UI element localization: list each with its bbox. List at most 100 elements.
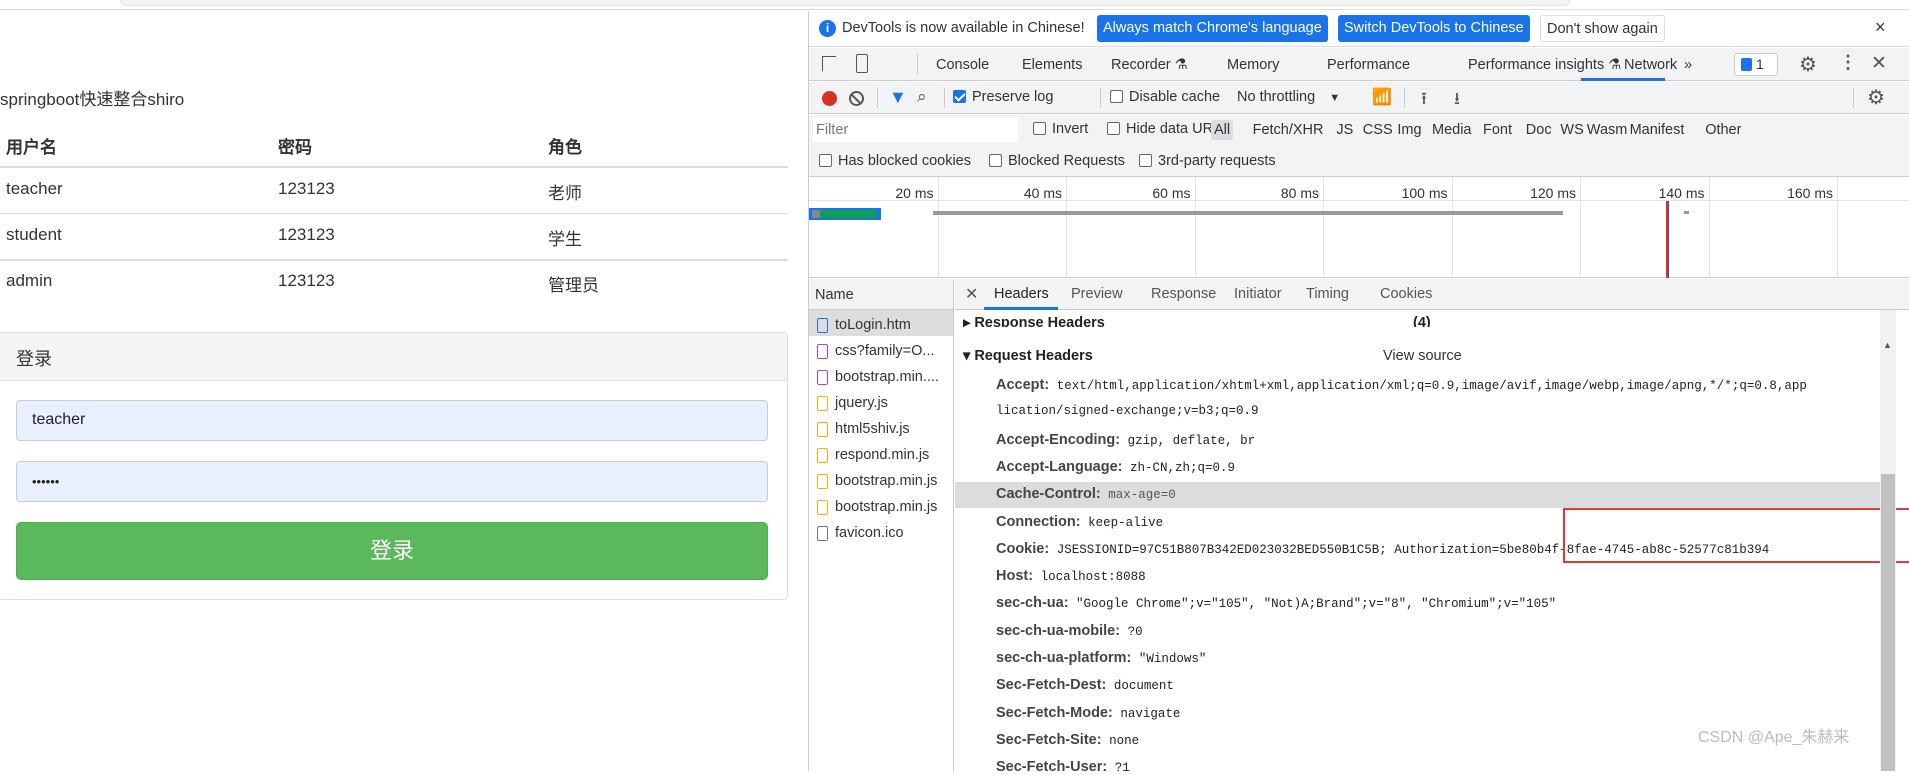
timeline-gridline [1580,177,1581,278]
filter-type-media[interactable]: Media [1429,120,1475,140]
search-icon[interactable]: ⌕ [917,87,927,107]
detail-tab-headers[interactable]: Headers [994,286,1049,302]
scroll-up-icon[interactable]: ▲ [1883,340,1892,350]
tab-memory[interactable]: Memory [1227,57,1279,73]
request-item[interactable]: bootstrap.min.js [809,492,953,518]
detail-tab-preview[interactable]: Preview [1071,286,1123,302]
filter-type-img[interactable]: Img [1394,120,1424,140]
tab-performance[interactable]: Performance [1327,57,1410,73]
timeline-tick-label: 60 ms [1152,185,1191,201]
invert-checkbox[interactable]: Invert [1033,121,1088,137]
network-overview-timeline[interactable]: 20 ms 40 ms 60 ms 80 ms 100 ms 120 ms 140 ms 16… [809,177,1909,278]
settings-gear-icon[interactable]: ⚙ [1799,52,1817,77]
request-name: css?family=O... [835,343,935,359]
password-input[interactable]: •••••• [16,461,768,502]
request-header-row: Sec-Fetch-Mode: navigate [996,705,1180,721]
scrollbar-thumb[interactable] [1881,474,1895,771]
tab-elements[interactable]: Elements [1022,57,1082,73]
response-headers-count: (4) [1413,315,1431,327]
tab-performance-insights[interactable]: Performance insights ⚗ [1468,57,1621,73]
network-settings-gear-icon[interactable]: ⚙ [1867,85,1885,110]
disable-cache-checkbox[interactable]: Disable cache [1110,89,1220,105]
more-options-icon[interactable]: ⋮ [1839,52,1857,73]
filter-type-doc[interactable]: Doc [1523,120,1555,140]
header-name: Cookie: [996,540,1050,557]
filter-type-all[interactable]: All [1211,120,1234,140]
view-source-link[interactable]: View source [1383,348,1462,364]
filter-type-wasm[interactable]: Wasm [1584,120,1631,140]
request-name: html5shiv.js [835,421,910,437]
timeline-tick-label: 80 ms [1280,185,1319,201]
blocked-requests-checkbox[interactable]: Blocked Requests [989,153,1125,169]
login-button[interactable]: 登录 [16,522,768,580]
network-conditions-icon[interactable]: 📶 [1372,87,1392,107]
switch-to-chinese-button[interactable]: Switch DevTools to Chinese [1338,15,1530,42]
import-har-icon[interactable]: ⭱ [1421,86,1427,115]
tab-network[interactable]: Network [1624,57,1677,73]
request-item[interactable]: toLogin.htm [809,310,953,336]
checkbox-icon [1033,122,1046,135]
request-item[interactable]: bootstrap.min.... [809,362,953,388]
inspect-element-icon[interactable] [822,56,836,71]
request-item[interactable]: html5shiv.js [809,414,953,440]
detail-tab-timing[interactable]: Timing [1306,286,1349,302]
detail-tab-response[interactable]: Response [1151,286,1216,302]
device-toolbar-icon[interactable] [856,54,868,73]
timeline-request-bar [1684,211,1689,214]
preserve-log-checkbox[interactable]: Preserve log [953,89,1053,105]
response-headers-section[interactable]: ▸ Response Headers [963,315,1105,327]
request-item[interactable]: respond.min.js [809,440,953,466]
filter-type-other[interactable]: Other [1702,120,1744,140]
request-headers-section[interactable]: ▾ Request Headers [963,348,1093,364]
header-value: document [1113,679,1174,694]
close-infobar-icon[interactable]: × [1875,17,1886,38]
throttling-select[interactable]: No throttling ▼ [1237,89,1340,105]
header-value: gzip, deflate, br [1127,433,1256,448]
filter-type-font[interactable]: Font [1480,120,1515,140]
tab-[interactable]: » [1684,57,1692,73]
filter-row: Filter Invert Hide data URLs All Fetch/XH… [809,115,1909,147]
detail-tab-initiator[interactable]: Initiator [1234,286,1282,302]
close-detail-icon[interactable]: ✕ [965,284,978,304]
issues-button[interactable]: 1 [1734,53,1778,76]
request-item[interactable]: bootstrap.min.js [809,466,953,492]
filter-icon[interactable]: ▼ [889,87,907,108]
table-cell: admin [6,271,53,290]
filter-type-ws[interactable]: WS [1557,120,1586,140]
has-blocked-cookies-checkbox[interactable]: Has blocked cookies [819,153,971,169]
request-header-row: Connection: keep-alive [996,514,1163,530]
header-name: Host: [996,568,1034,585]
header-name: Sec-Fetch-Site: [996,731,1102,748]
username-input[interactable]: teacher [16,400,768,441]
request-header-row: Host: localhost:8088 [996,568,1146,584]
timeline-tick-label: 160 ms [1787,185,1833,201]
issues-count: 1 [1756,56,1764,72]
filter-type-manifest[interactable]: Manifest [1627,120,1688,140]
always-match-language-button[interactable]: Always match Chrome's language [1097,15,1328,42]
request-detail-pane: ✕ Headers Preview Response Initiator Timing C… [955,279,1909,775]
filter-type-fetchxhr[interactable]: Fetch/XHR [1250,120,1327,140]
request-item[interactable]: css?family=O... [809,336,953,362]
table-header-username: 用户名 [6,138,57,157]
table-cell: 管理员 [548,276,599,295]
login-panel-title: 登录 [0,333,787,381]
filter-type-js[interactable]: JS [1333,120,1356,140]
clear-icon[interactable] [849,91,864,106]
header-value: localhost:8088 [1040,570,1146,585]
dont-show-again-button[interactable]: Don't show again [1540,15,1665,42]
tab-console[interactable]: Console [936,57,989,73]
tab-recorder[interactable]: Recorder ⚗ [1111,57,1188,73]
export-har-icon[interactable]: ⭳ [1454,86,1460,115]
record-icon[interactable] [822,91,837,106]
request-item[interactable]: jquery.js [809,388,953,414]
filter-input[interactable]: Filter [813,118,1018,142]
close-devtools-icon[interactable]: ✕ [1871,52,1887,75]
detail-tab-cookies[interactable]: Cookies [1380,286,1432,302]
request-item[interactable]: favicon.ico [809,518,953,544]
third-party-requests-checkbox[interactable]: 3rd-party requests [1139,153,1276,169]
timeline-gridline [1837,177,1838,278]
table-cell: 123123 [278,179,335,198]
name-column-header[interactable]: Name [809,279,953,310]
js-file-icon [817,473,828,489]
filter-type-css[interactable]: CSS [1360,120,1396,140]
